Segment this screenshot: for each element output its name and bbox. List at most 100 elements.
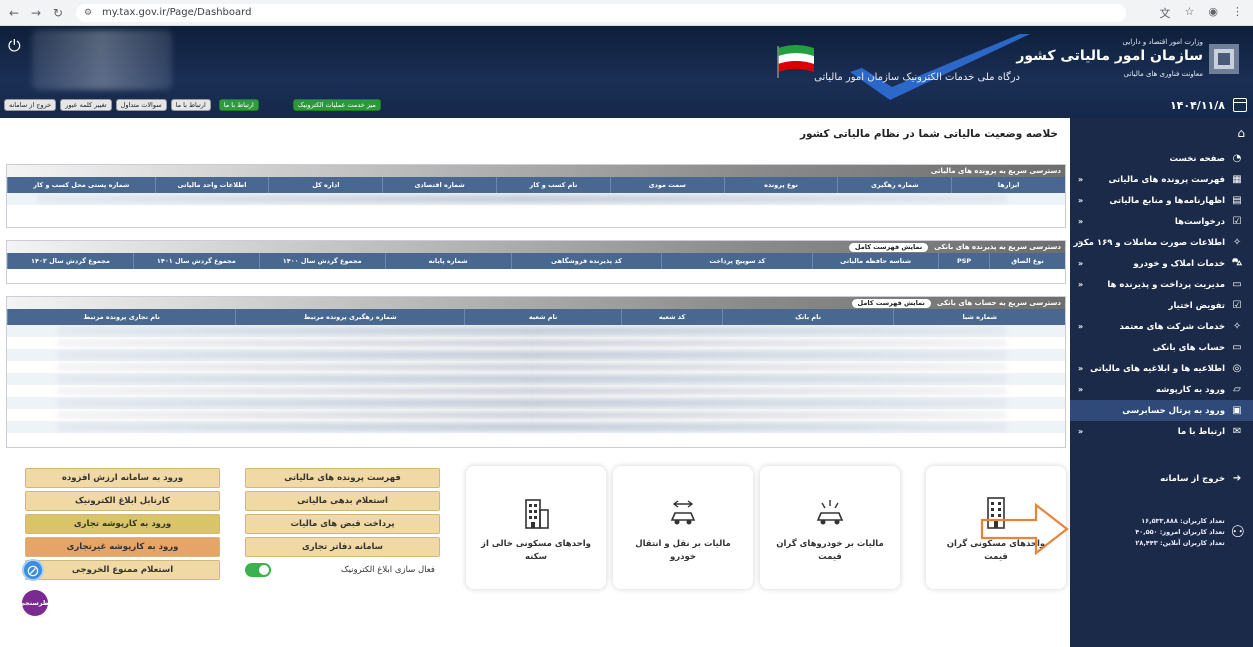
electronic-service-badge[interactable]: ارتباط با ما — [218, 99, 259, 111]
logout-button[interactable]: خروج از سامانه — [4, 99, 57, 111]
column-header[interactable]: اداره کل — [268, 177, 382, 193]
tax-files-list-button[interactable]: فهرست پرونده های مالیاتی — [245, 468, 440, 488]
commercial-workfolder-button[interactable]: ورود به کارپوشه تجاری — [25, 514, 220, 534]
audit-portal-icon: ▣ — [1232, 405, 1242, 416]
column-header[interactable]: ابزارها — [951, 177, 1065, 193]
sidebar-item-contact[interactable]: ✉ ارتباط با ما « — [1070, 421, 1253, 442]
column-header[interactable]: مجموع گردش سال ۱۴۰۱ — [132, 253, 259, 269]
sidebar-item-label: اطلاعات صورت معاملات و ۱۶۹ مکرر — [1073, 237, 1225, 248]
column-header[interactable]: نوع الصاق — [989, 253, 1065, 269]
e-notice-toggle[interactable] — [245, 563, 271, 577]
pay-tax-bills-button[interactable]: پرداخت قبض های مالیات — [245, 514, 440, 534]
table-row[interactable] — [7, 269, 1065, 281]
column-header[interactable]: شماره پایانه — [384, 253, 511, 269]
column-header[interactable]: شناسه حافظه مالیاتی — [812, 253, 938, 269]
table-row[interactable] — [7, 349, 1065, 361]
sidebar-item-payment-management[interactable]: ▭ مدیریت پرداخت و پذیرنده ها « — [1070, 274, 1253, 295]
address-bar[interactable]: ⚙ my.tax.gov.ir/Page/Dashboard — [76, 3, 1126, 22]
table-row[interactable] — [7, 385, 1065, 397]
electronic-service-desk-button[interactable]: میز خدمت عملیات الکترونیک — [292, 99, 381, 111]
feedback-button[interactable]: نظرسنجی — [18, 590, 52, 616]
table-row[interactable] — [7, 421, 1065, 433]
column-header[interactable]: شماره رهگیری — [837, 177, 951, 193]
document-icon: ▤ — [1232, 195, 1242, 206]
translate-icon[interactable]: 文 — [1160, 5, 1171, 21]
bookmark-star-icon[interactable]: ☆ — [1185, 5, 1195, 21]
sidebar-item-tax-files[interactable]: ▦ فهرست پرونده های مالیاتی « — [1070, 169, 1253, 190]
power-icon[interactable]: ⏻ — [8, 36, 24, 55]
tax-files-panel: دسترسی سریع به پرونده های مالیاتی ابزاره… — [6, 164, 1066, 228]
column-header[interactable]: شماره شبا — [893, 309, 1065, 325]
sidebar-item-property-car[interactable]: ⛍ خدمات املاک و خودرو « — [1070, 253, 1253, 274]
chevron-left-icon: « — [1078, 196, 1084, 205]
tax-debt-inquiry-button[interactable]: استعلام بدهی مالیاتی — [245, 491, 440, 511]
panel-title-text: دسترسی سریع به پرونده های مالیاتی — [930, 167, 1061, 175]
sidebar-item-transactions[interactable]: ✧ اطلاعات صورت معاملات و ۱۶۹ مکرر « — [1070, 232, 1253, 253]
url-text: my.tax.gov.ir/Page/Dashboard — [102, 7, 252, 18]
portal-title: درگاه ملی خدمات الکترونیک سازمان امور ما… — [814, 72, 1020, 83]
luxury-car-tax-card[interactable]: مالیات بر خودروهای گران قیمت — [760, 466, 900, 589]
forward-icon[interactable]: → — [28, 5, 44, 21]
sidebar-item-audit-portal[interactable]: ▣ ورود به پرتال حسابرسی — [1070, 400, 1253, 421]
column-header[interactable]: شماره رهگیری پرونده مرتبط — [235, 309, 463, 325]
column-header[interactable]: PSP — [938, 253, 989, 269]
exit-ban-inquiry-button[interactable]: استعلام ممنوع الخروجی — [25, 560, 220, 580]
table-row[interactable] — [7, 325, 1065, 337]
car-transfer-tax-card[interactable]: مالیات بر نقل و انتقال خودرو — [613, 466, 753, 589]
column-header[interactable]: مجموع گردش سال ۱۴۰۰ — [258, 253, 385, 269]
chevron-left-icon: « — [1078, 280, 1084, 289]
column-header[interactable]: کد پذیرنده فروشگاهی — [510, 253, 662, 269]
vacant-housing-card[interactable]: واحدهای مسکونی خالی از سکنه — [466, 466, 606, 589]
column-header[interactable]: کد سوییچ پرداخت — [661, 253, 812, 269]
table-row[interactable] — [7, 397, 1065, 409]
sidebar-item-workfolder[interactable]: ▱ ورود به کارپوشه « — [1070, 379, 1253, 400]
sidebar-item-notices[interactable]: ◎ اطلاعیه ها و ابلاغیه های مالیاتی « — [1070, 358, 1253, 379]
reload-icon[interactable]: ↻ — [50, 5, 66, 21]
site-header: ⏻ درگاه ملی خدمات الکترونیک سازمان امور … — [0, 26, 1253, 118]
column-header[interactable]: نام بانک — [721, 309, 894, 325]
column-header[interactable]: نوع پرونده — [723, 177, 838, 193]
column-header[interactable]: اطلاعات واحد مالیاتی — [154, 177, 269, 193]
sidebar-item-label: تفویض اختیار — [1168, 300, 1225, 311]
column-header[interactable]: شماره اقتصادی — [382, 177, 496, 193]
e-notice-inbox-button[interactable]: کارتابل ابلاغ الکترونیک — [25, 491, 220, 511]
sidebar-item-label: فهرست پرونده های مالیاتی — [1108, 174, 1225, 185]
column-header[interactable]: نام تجاری پرونده مرتبط — [7, 309, 235, 325]
contact-button[interactable]: ارتباط با ما — [170, 99, 211, 111]
column-header[interactable]: کد شعبه — [621, 309, 722, 325]
sidebar-item-requests[interactable]: ☑ درخواست‌ها « — [1070, 211, 1253, 232]
page-title: خلاصه وضعیت مالیاتی شما در نظام مالیاتی … — [800, 128, 1058, 140]
back-icon[interactable]: ← — [6, 5, 22, 21]
site-info-icon[interactable]: ⚙ — [84, 8, 96, 18]
profile-icon[interactable]: ◉ — [1208, 5, 1218, 21]
sidebar-item-declarations[interactable]: ▤ اظهارنامه‌ها و منابع مالیاتی « — [1070, 190, 1253, 211]
noncommercial-workfolder-button[interactable]: ورود به کارپوشه غیرتجاری — [25, 537, 220, 557]
column-header[interactable]: نام شعبه — [463, 309, 621, 325]
menu-icon[interactable]: ⋮ — [1232, 5, 1243, 21]
column-header[interactable]: شماره پستی محل کسب و کار — [6, 177, 155, 193]
table-row[interactable] — [7, 337, 1065, 349]
show-all-button[interactable]: نمایش فهرست کامل — [851, 298, 931, 308]
table-row[interactable] — [7, 205, 1065, 217]
column-header[interactable]: سمت مودی — [609, 177, 724, 193]
sidebar-item-trusted-companies[interactable]: ✧ خدمات شرکت های معتمد « — [1070, 316, 1253, 337]
column-header[interactable]: مجموع گردش سال ۱۴۰۲ — [7, 253, 133, 269]
table-row[interactable] — [7, 193, 1065, 205]
commercial-books-system-button[interactable]: سامانه دفاتر تجاری — [245, 537, 440, 557]
table-row[interactable] — [7, 373, 1065, 385]
change-password-button[interactable]: تغییر کلمه عبور — [60, 99, 112, 111]
home-icon[interactable]: ⌂ — [1237, 126, 1245, 140]
sidebar-item-home[interactable]: ◔ صفحه نخست — [1070, 148, 1253, 169]
faq-button[interactable]: سوالات متداول — [115, 99, 167, 111]
organization-name: سازمان امور مالیاتی کشور — [1016, 48, 1203, 64]
show-all-button[interactable]: نمایش فهرست کامل — [848, 242, 929, 252]
accessibility-icon[interactable]: ⊘ — [22, 559, 44, 581]
table-row[interactable] — [7, 361, 1065, 373]
vat-system-button[interactable]: ورود به سامانه ارزش افزوده — [25, 468, 220, 488]
organization-subtitle: معاونت فناوری های مالیاتی — [1123, 70, 1203, 78]
table-row[interactable] — [7, 409, 1065, 421]
sidebar-item-bank-accounts[interactable]: ▭ حساب های بانکی — [1070, 337, 1253, 358]
sidebar-item-delegation[interactable]: ☑ تفویض اختیار — [1070, 295, 1253, 316]
column-header[interactable]: نام کسب و کار — [496, 177, 610, 193]
sidebar-item-logout[interactable]: ➔ خروج از سامانه — [1070, 468, 1253, 489]
